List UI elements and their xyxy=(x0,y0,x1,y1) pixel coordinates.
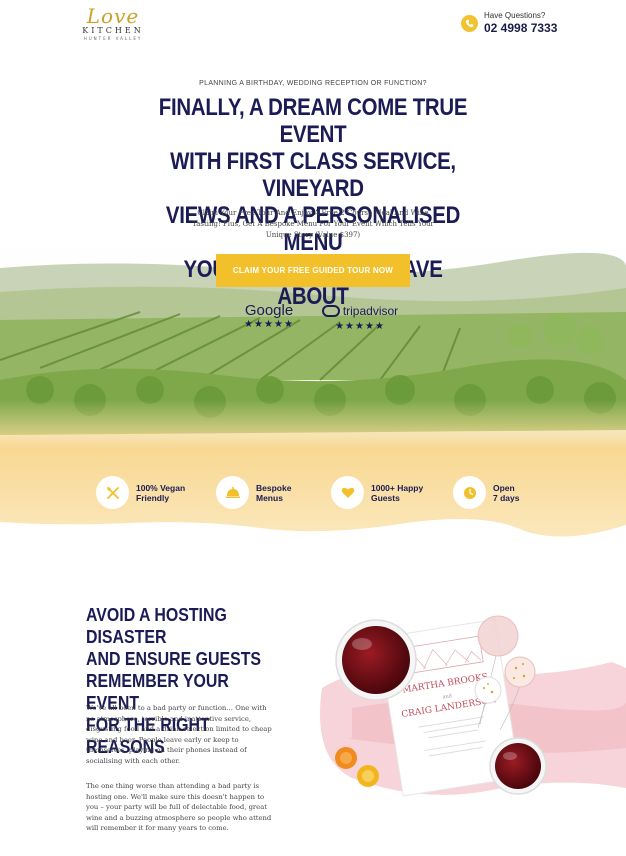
para-line: hosting one. We'll make sure this doesn'… xyxy=(86,792,265,801)
feature-line: Guests xyxy=(371,492,400,503)
feature-line: Open xyxy=(493,482,515,493)
phone-icon xyxy=(461,14,478,32)
subtext-line: Claim Your Free Tour And Enjoy A Free 2-… xyxy=(197,209,429,217)
phone-number[interactable]: 02 4998 7333 xyxy=(484,21,557,35)
contact-question: Have Questions? xyxy=(484,11,546,20)
feature-guests: 1000+ Happy Guests xyxy=(331,476,423,509)
para-line: wine and beer. People leave early or kee… xyxy=(86,735,239,744)
logo-main: KITCHEN xyxy=(82,26,144,35)
wine-invitation-illustration: MARTHA BROOKS and CRAIG LANDERSON xyxy=(312,598,626,856)
logo[interactable]: Love KITCHEN HUNTER VALLEY xyxy=(68,6,158,46)
vegan-icon xyxy=(96,476,129,509)
para-line: wine and a buzzing atmosphere so people … xyxy=(86,813,272,822)
pre-title: PLANNING A BIRTHDAY, WEDDING RECEPTION O… xyxy=(199,80,427,87)
title-line: AND ENSURE GUESTS xyxy=(86,648,262,669)
site-header: Love KITCHEN HUNTER VALLEY Have Question… xyxy=(0,0,626,55)
hero-subtext: Claim Your Free Tour And Enjoy A Free 2-… xyxy=(190,208,436,241)
contact-block[interactable]: Have Questions? 02 4998 7333 xyxy=(461,11,557,35)
tripadvisor-stars: ★★★★★ xyxy=(335,321,385,332)
para-line: no atmosphere, terrible and inattentive … xyxy=(86,714,252,723)
section-paragraph-2: The one thing worse than attending a bad… xyxy=(86,781,284,834)
para-line: socialising with each other. xyxy=(86,756,181,765)
headline-line: FINALLY, A DREAM COME TRUE EVENT xyxy=(158,94,468,148)
google-stars: ★★★★★ xyxy=(244,319,294,330)
feature-strip: 100% Vegan Friendly Bespoke Menus 1000+ … xyxy=(0,476,626,516)
feature-line: 7 days xyxy=(493,492,520,503)
para-line: will remember it for many years to come. xyxy=(86,824,229,832)
tripadvisor-name: tripadvisor xyxy=(342,303,399,318)
cloche-icon xyxy=(216,476,249,509)
para-line: We've all been to a bad party or functio… xyxy=(86,704,267,712)
para-line: you – your party will be full of delecta… xyxy=(86,803,267,811)
feature-line: Friendly xyxy=(136,492,170,503)
section-paragraph-1: We've all been to a bad party or functio… xyxy=(86,703,284,766)
headline-line: WITH FIRST CLASS SERVICE, VINEYARD xyxy=(170,148,456,202)
feature-vegan: 100% Vegan Friendly xyxy=(96,476,185,509)
feature-line: 100% Vegan xyxy=(136,482,186,493)
title-line: AVOID A HOSTING DISASTER xyxy=(86,604,227,647)
tripadvisor-rating: tripadvisor ★★★★★ xyxy=(320,302,400,333)
google-logo: Google xyxy=(244,302,294,319)
google-rating: Google ★★★★★ xyxy=(238,302,300,331)
para-line: disgusting food and a drink selection li… xyxy=(86,725,272,733)
logo-script: Love xyxy=(86,4,140,28)
feature-open: Open 7 days xyxy=(453,476,519,509)
heart-icon xyxy=(331,476,364,509)
tripadvisor-logo: tripadvisor xyxy=(321,303,399,320)
feature-line: Menus xyxy=(256,492,283,503)
para-line: The one thing worse than attending a bad… xyxy=(86,782,259,790)
owl-icon xyxy=(321,305,340,317)
feature-line: 1000+ Happy xyxy=(371,482,424,493)
logo-sub: HUNTER VALLEY xyxy=(83,36,143,41)
subtext-line: Unique Story (Value $397) xyxy=(265,231,361,239)
claim-tour-button[interactable]: CLAIM YOUR FREE GUIDED TOUR NOW xyxy=(216,254,410,287)
clock-icon xyxy=(453,476,486,509)
para-line: themselves, playing on their phones inst… xyxy=(86,746,247,754)
feature-menus: Bespoke Menus xyxy=(216,476,291,509)
feature-line: Bespoke xyxy=(256,482,292,493)
subtext-line: Tasting! Plus, Get A Bespoke Menu For Yo… xyxy=(192,220,434,228)
